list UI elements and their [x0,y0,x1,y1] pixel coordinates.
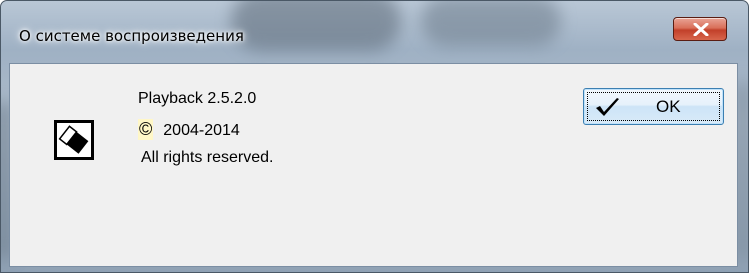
ok-button-label: OK [656,97,681,116]
close-icon [693,23,709,36]
playback-app-icon [54,120,94,160]
copyright-years: 2004-2014 [163,122,240,139]
checkmark-icon [596,98,619,116]
window-title: О системе воспроизведения [19,27,244,45]
copyright-line: © 2004-2014 [138,119,240,140]
ok-button[interactable]: OK [583,88,724,125]
close-button[interactable] [673,17,727,41]
version-text: Playback 2.5.2.0 [138,90,257,107]
title-bar[interactable]: О системе воспроизведения [1,1,748,55]
about-dialog-window: О системе воспроизведения Playback 2.5.2… [0,0,749,273]
dialog-content: Playback 2.5.2.0 © 2004-2014 All rights r… [9,63,738,267]
rights-text: All rights reserved. [141,149,274,166]
copyright-symbol: © [138,119,154,140]
